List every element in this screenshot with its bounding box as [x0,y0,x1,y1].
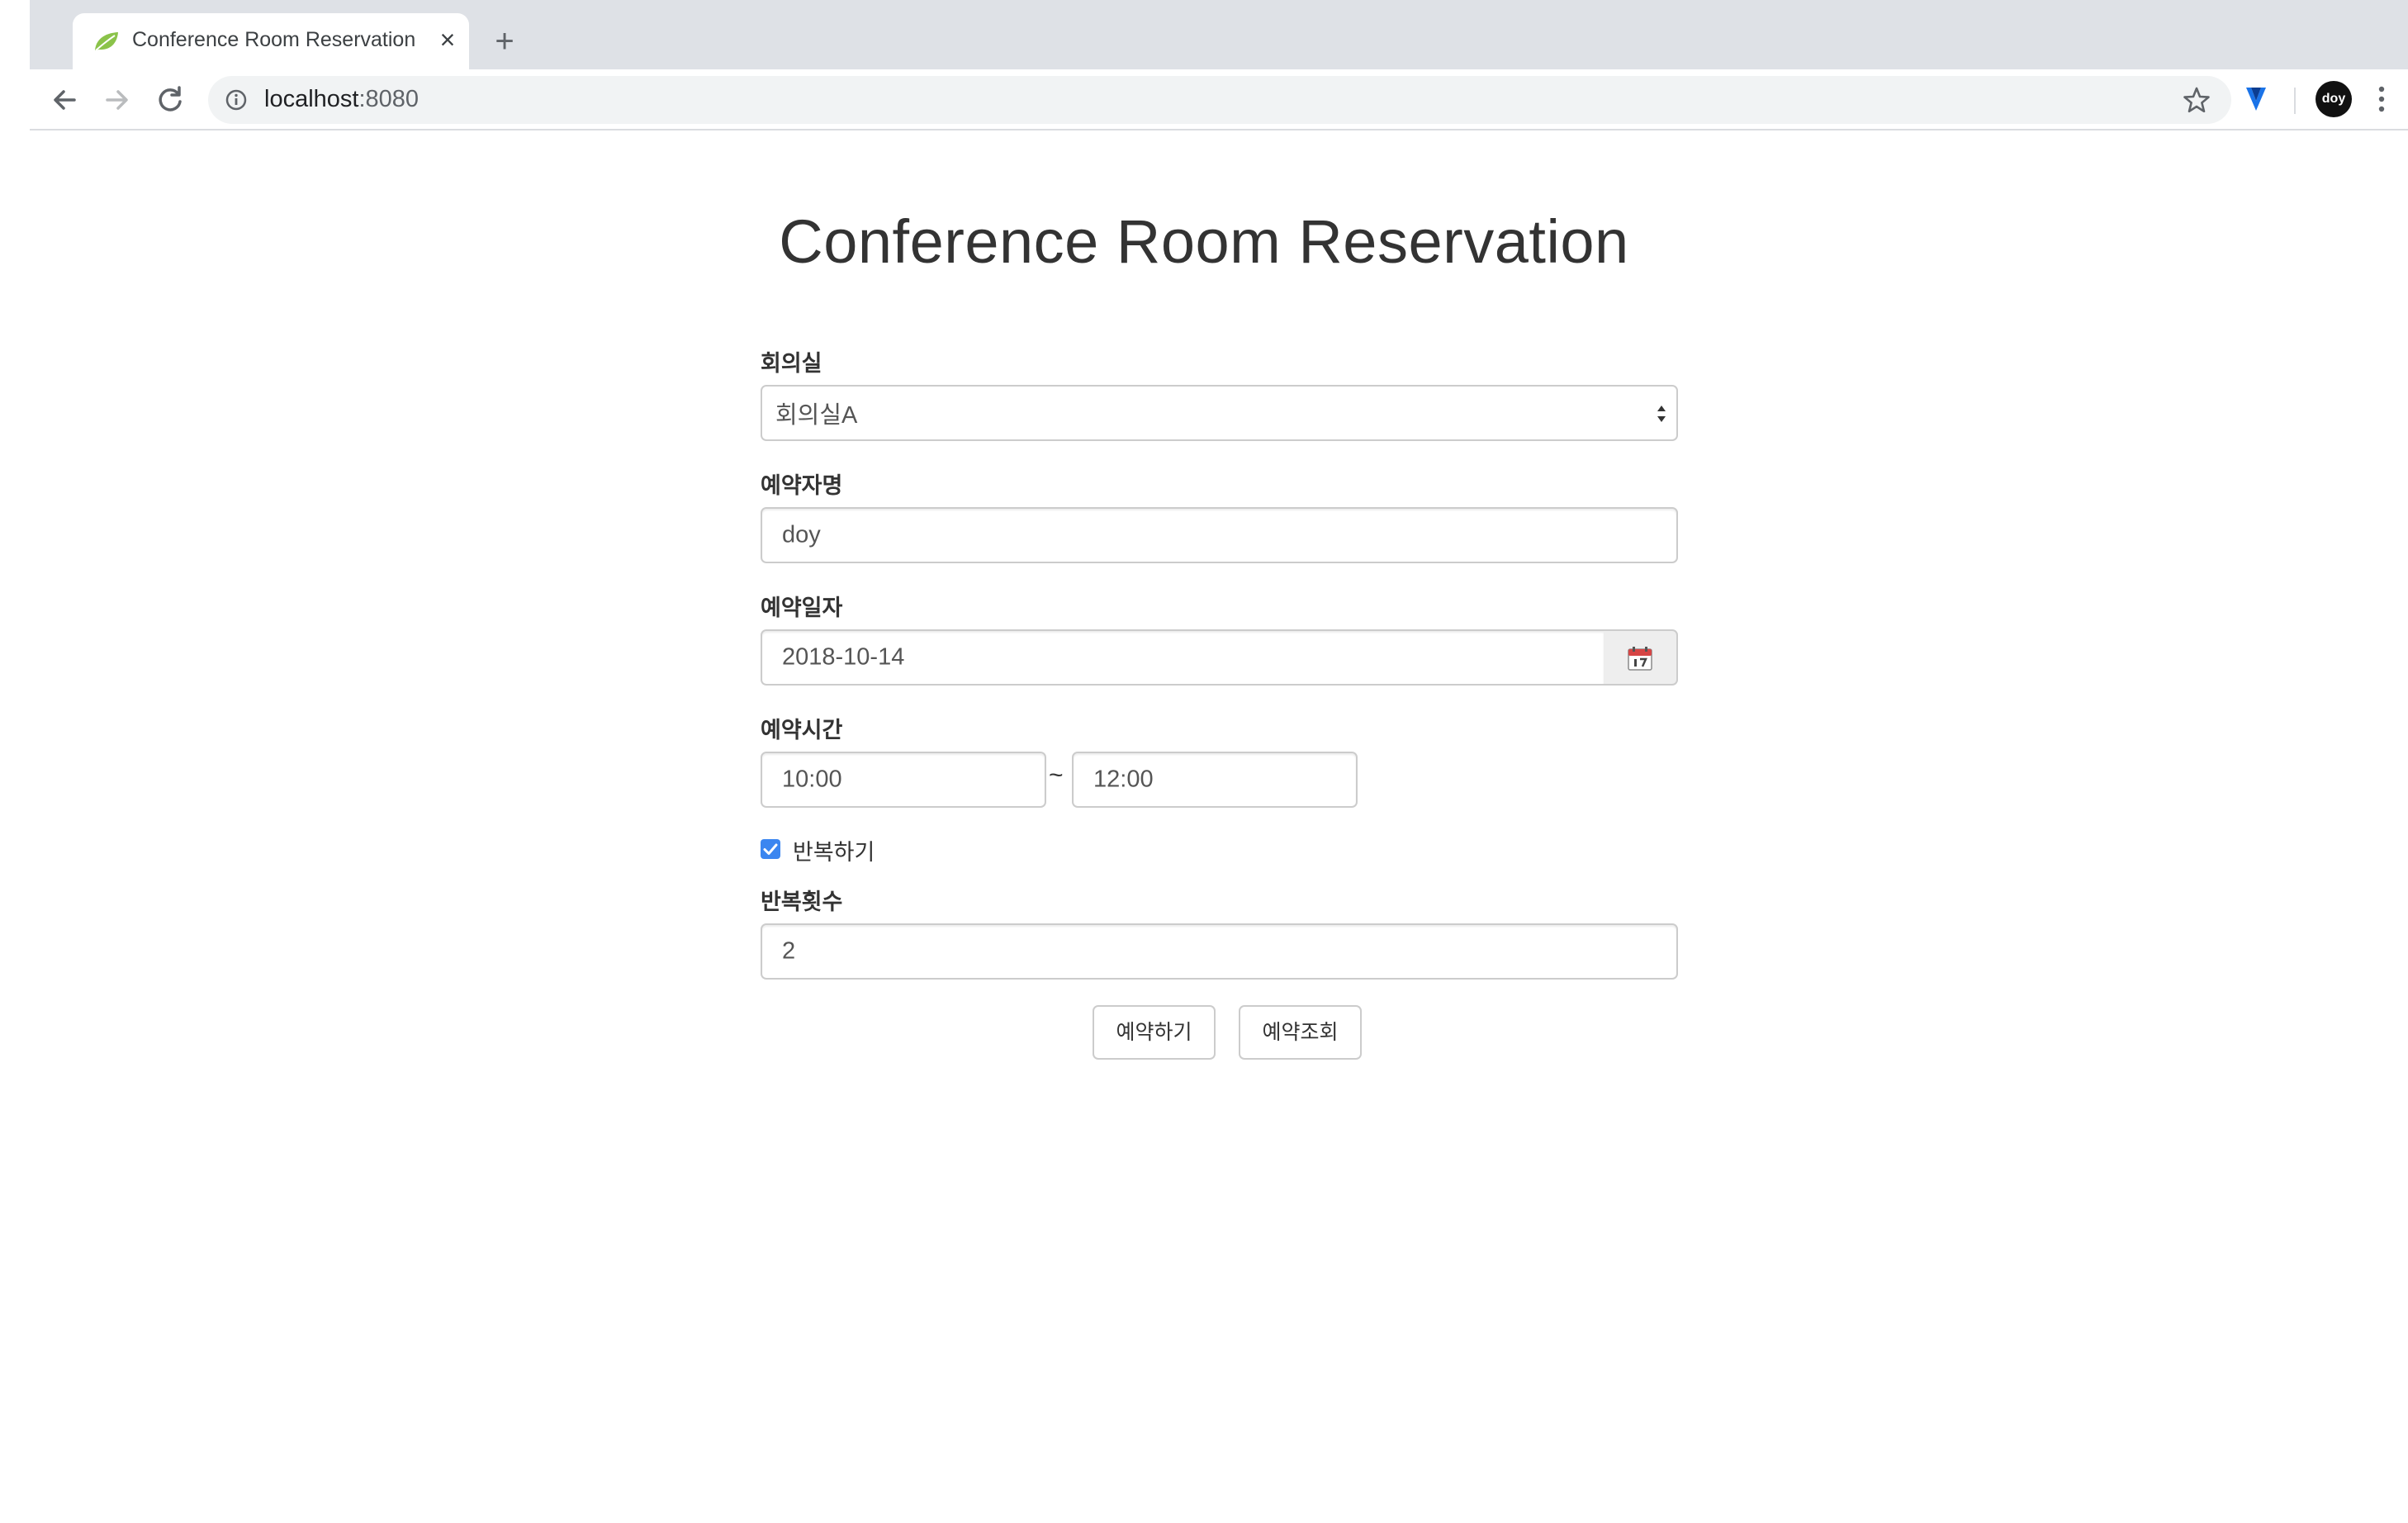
tab-bar: Conference Room Reservation × + [30,0,2408,69]
spring-leaf-icon [95,32,118,51]
checkmark-icon [763,843,778,855]
reload-icon[interactable] [150,80,190,120]
browser-tab[interactable]: Conference Room Reservation × [73,13,469,69]
start-time-input[interactable]: 10:00 [761,752,1046,808]
time-separator: ~ [1049,762,1064,789]
profile-avatar[interactable]: doy [2316,81,2352,117]
url-text: localhost:8080 [264,86,420,112]
date-input[interactable]: 2018-10-14 [761,629,1605,686]
end-time-input[interactable]: 12:00 [1072,752,1358,808]
time-label: 예약시간 [761,718,843,743]
room-select-value: 회의실A [775,402,858,429]
name-input-value: doy [782,521,821,548]
room-select[interactable]: 회의실A [761,385,1678,441]
calendar-icon [1628,647,1652,671]
reserve-button[interactable]: 예약하기 [1093,1005,1216,1060]
browser-toolbar: localhost:8080 doy [30,69,2408,130]
page-title: Conference Room Reservation [779,207,1629,276]
end-time-value: 12:00 [1093,766,1154,793]
plus-icon[interactable]: + [486,25,524,63]
info-icon[interactable] [225,88,248,111]
kebab-menu-icon[interactable] [2373,81,2390,117]
window-left-edge [0,0,30,130]
close-tab-icon[interactable]: × [431,23,464,56]
toolbar-divider [2294,88,2296,114]
date-label: 예약일자 [761,595,843,621]
back-arrow-icon[interactable] [45,80,84,120]
calendar-button[interactable] [1604,629,1678,686]
tab-title: Conference Room Reservation [132,28,416,51]
name-input[interactable]: doy [761,507,1678,563]
forward-arrow-icon[interactable] [97,80,137,120]
lookup-reservation-button[interactable]: 예약조회 [1239,1005,1362,1060]
name-label: 예약자명 [761,473,843,499]
repeat-checkbox-label[interactable]: 반복하기 [793,834,875,866]
repeat-count-value: 2 [782,937,796,965]
repeat-count-input[interactable]: 2 [761,923,1678,980]
address-bar[interactable]: localhost:8080 [208,76,2231,124]
repeat-count-label: 반복횟수 [761,890,843,915]
repeat-checkbox[interactable] [761,839,780,859]
date-input-value: 2018-10-14 [782,643,905,671]
extension-icon[interactable] [2240,83,2273,116]
bookmark-star-icon[interactable] [2182,85,2211,115]
room-label: 회의실 [761,351,822,377]
select-arrows-icon [1657,406,1666,422]
start-time-value: 10:00 [782,766,842,793]
